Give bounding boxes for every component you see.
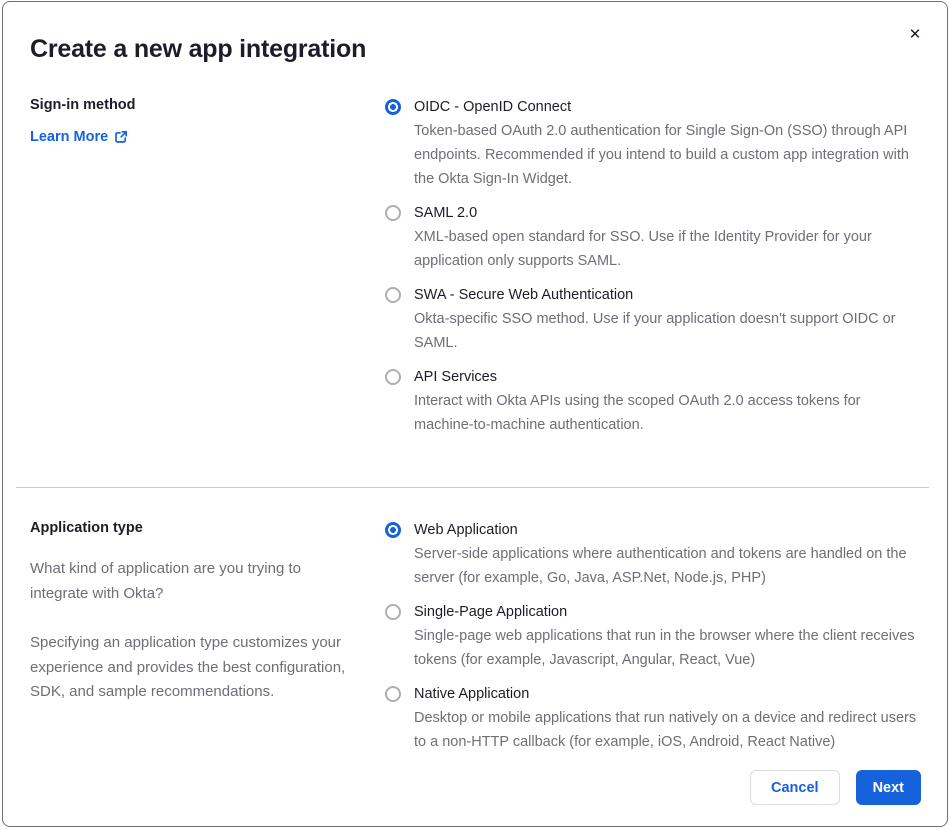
option-saml: SAML 2.0 XML-based open standard for SSO… xyxy=(385,201,921,273)
radio-native-application[interactable] xyxy=(385,686,401,702)
close-icon[interactable]: ✕ xyxy=(903,22,927,46)
option-saml-label[interactable]: SAML 2.0 xyxy=(414,201,921,225)
dialog-footer: Cancel Next xyxy=(30,770,921,826)
radio-oidc[interactable] xyxy=(385,99,401,115)
sign-in-method-section: Sign-in method Learn More OIDC - OpenID … xyxy=(30,95,921,447)
section-divider xyxy=(16,487,929,488)
option-oidc-label[interactable]: OIDC - OpenID Connect xyxy=(414,95,921,119)
option-swa-label[interactable]: SWA - Secure Web Authentication xyxy=(414,283,921,307)
option-spa-label[interactable]: Single-Page Application xyxy=(414,600,921,624)
radio-api-services[interactable] xyxy=(385,369,401,385)
application-type-section: Application type What kind of applicatio… xyxy=(30,518,921,764)
next-button[interactable]: Next xyxy=(855,770,921,805)
option-web-application-label[interactable]: Web Application xyxy=(414,518,921,542)
option-saml-description: XML-based open standard for SSO. Use if … xyxy=(414,229,872,269)
radio-swa[interactable] xyxy=(385,287,401,303)
create-app-integration-dialog: ✕ Create a new app integration Sign-in m… xyxy=(2,1,948,827)
cancel-button[interactable]: Cancel xyxy=(750,770,840,805)
application-type-label: Application type xyxy=(30,520,143,536)
option-web-application-description: Server-side applications where authentic… xyxy=(414,546,907,586)
option-native-application-label[interactable]: Native Application xyxy=(414,682,921,706)
option-swa-description: Okta-specific SSO method. Use if your ap… xyxy=(414,311,896,351)
option-oidc-description: Token-based OAuth 2.0 authentication for… xyxy=(414,123,909,187)
radio-web-application[interactable] xyxy=(385,522,401,538)
application-type-question: What kind of application are you trying … xyxy=(30,560,301,602)
radio-spa[interactable] xyxy=(385,604,401,620)
option-swa: SWA - Secure Web Authentication Okta-spe… xyxy=(385,283,921,355)
external-link-icon xyxy=(114,130,128,144)
learn-more-link[interactable]: Learn More xyxy=(30,129,128,145)
option-api-services: API Services Interact with Okta APIs usi… xyxy=(385,365,921,437)
option-native-application-description: Desktop or mobile applications that run … xyxy=(414,710,917,750)
option-native-application: Native Application Desktop or mobile app… xyxy=(385,682,921,754)
learn-more-label: Learn More xyxy=(30,129,109,145)
option-web-application: Web Application Server-side applications… xyxy=(385,518,921,590)
option-api-services-label[interactable]: API Services xyxy=(414,365,921,389)
application-type-note: Specifying an application type customize… xyxy=(30,634,346,700)
option-spa: Single-Page Application Single-page web … xyxy=(385,600,921,672)
sign-in-method-label: Sign-in method xyxy=(30,97,136,113)
dialog-title: Create a new app integration xyxy=(30,35,367,63)
option-api-services-description: Interact with Okta APIs using the scoped… xyxy=(414,393,861,433)
option-spa-description: Single-page web applications that run in… xyxy=(414,628,915,668)
radio-saml[interactable] xyxy=(385,205,401,221)
option-oidc: OIDC - OpenID Connect Token-based OAuth … xyxy=(385,95,921,191)
